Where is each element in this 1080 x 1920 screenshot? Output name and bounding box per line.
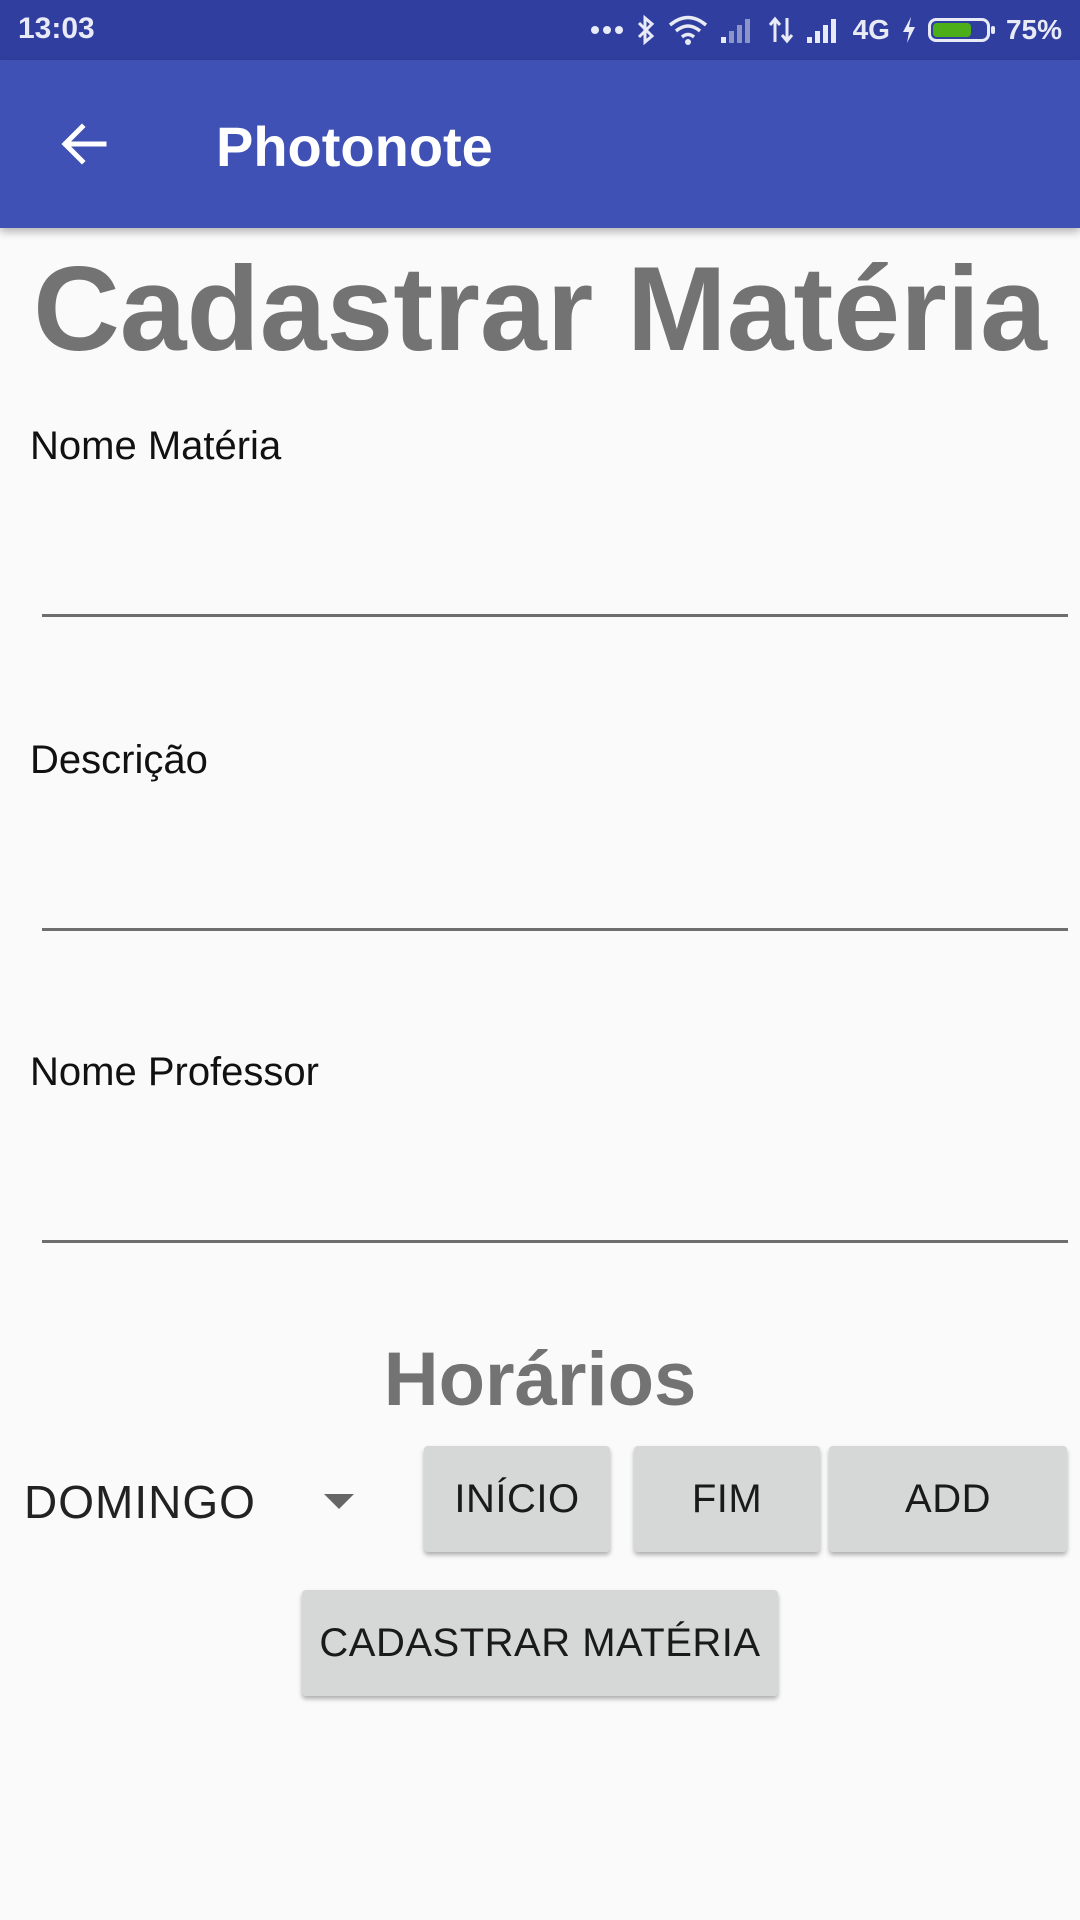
battery-icon [927,18,995,42]
nome-professor-input[interactable] [42,1140,1068,1243]
fim-button[interactable]: FIM [634,1446,820,1552]
descricao-label: Descrição [30,738,208,782]
signal-icon [805,15,843,45]
descricao-input[interactable] [42,828,1068,931]
app-bar: Photonote [0,60,1080,228]
horarios-title: Horários [383,1337,697,1422]
arrow-back-icon [61,123,107,165]
nome-materia-label: Nome Matéria [30,424,282,468]
nome-materia-input[interactable] [42,514,1068,617]
signal-icon [719,15,757,45]
add-button[interactable]: ADD [829,1446,1067,1552]
nome-professor-label: Nome Professor [30,1050,319,1094]
status-icons: 4G 75% [589,10,1062,50]
battery-fill [932,23,971,37]
bluetooth-icon [635,14,657,46]
network-type: 4G [852,14,890,45]
status-time: 13:03 [18,12,95,45]
day-spinner-value: DOMINGO [24,1476,256,1528]
page-title: Cadastrar Matéria [33,242,1047,376]
cadastrar-materia-button[interactable]: CADASTRAR MATÉRIA [302,1590,778,1696]
app-title: Photonote [216,115,493,178]
battery-percent: 75% [1005,14,1062,45]
status-bar: 13:03 4G 75% [0,0,1080,60]
more-dots-icon [589,24,625,36]
inicio-button[interactable]: INÍCIO [424,1446,610,1552]
day-spinner[interactable]: DOMINGO [24,1462,364,1542]
data-transfer-icon [767,14,795,46]
charging-icon [900,15,918,45]
wifi-icon [667,14,709,46]
back-button[interactable] [40,100,128,188]
dropdown-arrow-icon [324,1494,354,1509]
